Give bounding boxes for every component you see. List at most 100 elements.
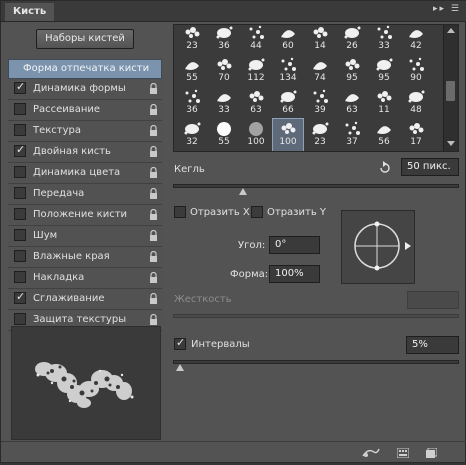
lock-icon[interactable] bbox=[149, 83, 158, 94]
collapse-icon[interactable]: ▸▸ bbox=[433, 4, 446, 14]
flip-y-checkbox[interactable] bbox=[251, 206, 263, 218]
brush-preset[interactable]: 90 bbox=[401, 55, 431, 87]
lock-icon[interactable] bbox=[149, 314, 158, 325]
brush-preset[interactable]: 23 bbox=[177, 25, 207, 55]
lock-icon[interactable] bbox=[149, 293, 158, 304]
brush-preset[interactable]: 56 bbox=[369, 119, 399, 151]
brush-preset[interactable]: 37 bbox=[337, 119, 367, 151]
spacing-field[interactable]: 5% bbox=[406, 336, 459, 354]
panel-menu-icons[interactable]: ▸▸ ☰ bbox=[433, 4, 461, 14]
brush-preset[interactable]: 100 bbox=[241, 119, 271, 151]
lock-icon[interactable] bbox=[149, 230, 158, 241]
size-slider-thumb[interactable] bbox=[239, 188, 247, 195]
brush-preset[interactable]: 66 bbox=[273, 87, 303, 119]
option-checkbox[interactable] bbox=[14, 313, 26, 325]
brush-preset[interactable]: 70 bbox=[209, 55, 239, 87]
brush-preset[interactable]: 60 bbox=[273, 25, 303, 55]
option-row[interactable]: Влажные края bbox=[8, 247, 162, 268]
reset-size-icon[interactable] bbox=[378, 161, 392, 175]
brush-preset[interactable]: 32 bbox=[177, 119, 207, 151]
brush-preset[interactable]: 95 bbox=[369, 55, 399, 87]
lock-icon[interactable] bbox=[149, 209, 158, 220]
spacing-slider[interactable] bbox=[173, 360, 459, 364]
flip-x-checkbox[interactable] bbox=[174, 206, 186, 218]
brush-tip-shape-item[interactable]: Форма отпечатка кисти bbox=[8, 59, 162, 79]
brush-preset[interactable]: 100 bbox=[272, 118, 304, 151]
panel-tab-brush[interactable]: Кисть bbox=[5, 3, 55, 21]
panel-menu-icon[interactable]: ☰ bbox=[451, 4, 461, 14]
lock-icon[interactable] bbox=[149, 167, 158, 178]
spacing-label: Интервалы bbox=[191, 339, 250, 350]
brush-preset[interactable]: 36 bbox=[209, 25, 239, 55]
roundness-field[interactable]: 100% bbox=[269, 265, 320, 283]
option-row[interactable]: Текстура bbox=[8, 121, 162, 142]
brush-preset[interactable]: 134 bbox=[273, 55, 303, 87]
size-slider[interactable] bbox=[173, 184, 459, 188]
toggle-live-tip-icon[interactable] bbox=[362, 446, 380, 458]
brush-preset[interactable]: 39 bbox=[305, 87, 335, 119]
option-row[interactable]: Рассеивание bbox=[8, 100, 162, 121]
lock-icon[interactable] bbox=[149, 125, 158, 136]
option-checkbox[interactable] bbox=[14, 124, 26, 136]
angle-roundness-widget[interactable] bbox=[341, 210, 415, 284]
brush-preset[interactable]: 23 bbox=[305, 119, 335, 151]
option-checkbox[interactable]: ✓ bbox=[14, 143, 26, 157]
option-checkbox[interactable] bbox=[14, 103, 26, 115]
brush-preset[interactable]: 14 bbox=[305, 25, 335, 55]
option-row[interactable]: Накладка bbox=[8, 268, 162, 289]
scroll-down-arrow[interactable] bbox=[447, 141, 455, 146]
brush-angle-icon[interactable] bbox=[342, 211, 414, 283]
lock-icon[interactable] bbox=[149, 272, 158, 283]
option-row[interactable]: ✓ Двойная кисть bbox=[8, 142, 162, 163]
lock-icon[interactable] bbox=[149, 146, 158, 157]
brush-preset[interactable]: 95 bbox=[337, 55, 367, 87]
option-checkbox[interactable] bbox=[14, 208, 26, 220]
brush-preset[interactable]: 63 bbox=[241, 87, 271, 119]
brush-preset[interactable]: 112 bbox=[241, 55, 271, 87]
lock-icon[interactable] bbox=[149, 188, 158, 199]
option-checkbox[interactable]: ✓ bbox=[14, 290, 26, 304]
brush-preset[interactable]: 74 bbox=[305, 55, 335, 87]
option-checkbox[interactable] bbox=[14, 187, 26, 199]
brush-preset[interactable]: 33 bbox=[369, 25, 399, 55]
brush-preset[interactable]: 11 bbox=[369, 87, 399, 119]
spacing-slider-thumb[interactable] bbox=[176, 364, 184, 371]
option-row[interactable]: Динамика цвета bbox=[8, 163, 162, 184]
option-checkbox[interactable] bbox=[14, 229, 26, 241]
brush-preset[interactable]: 55 bbox=[177, 55, 207, 87]
grid-scrollbar[interactable] bbox=[443, 25, 458, 151]
angle-field[interactable]: 0° bbox=[269, 236, 320, 254]
brush-presets-button[interactable]: Наборы кистей bbox=[36, 29, 134, 49]
brush-preset[interactable]: 48 bbox=[401, 87, 431, 119]
option-checkbox[interactable]: ✓ bbox=[14, 80, 26, 94]
lock-icon[interactable] bbox=[149, 104, 158, 115]
brush-preset[interactable]: 55 bbox=[209, 119, 239, 151]
brush-grid-icon[interactable] bbox=[397, 448, 409, 458]
brush-preset[interactable]: 36 bbox=[177, 87, 207, 119]
option-row[interactable]: ✓ Сглаживание bbox=[8, 289, 162, 310]
brush-size-label: 39 bbox=[314, 105, 326, 115]
option-checkbox[interactable] bbox=[14, 250, 26, 262]
lock-icon[interactable] bbox=[149, 251, 158, 262]
size-field[interactable]: 50 пикс. bbox=[401, 158, 459, 176]
brush-preset[interactable]: 26 bbox=[337, 25, 367, 55]
option-row[interactable]: Передача bbox=[8, 184, 162, 205]
brush-preset[interactable]: 42 bbox=[401, 25, 431, 55]
scroll-up-arrow[interactable] bbox=[447, 28, 455, 33]
option-row[interactable]: Положение кисти bbox=[8, 205, 162, 226]
brush-preset[interactable]: 17 bbox=[401, 119, 431, 151]
option-label: Шум bbox=[33, 230, 58, 241]
check-icon: ✓ bbox=[16, 143, 26, 156]
brush-preset[interactable]: 44 bbox=[241, 25, 271, 55]
new-brush-icon[interactable] bbox=[425, 448, 437, 458]
spacing-checkbox[interactable]: ✓ bbox=[174, 336, 186, 350]
brush-tip-icon bbox=[280, 90, 297, 103]
option-row[interactable]: Шум bbox=[8, 226, 162, 247]
brush-preset[interactable]: 63 bbox=[337, 87, 367, 119]
scroll-thumb[interactable] bbox=[446, 81, 455, 101]
option-row[interactable]: ✓ Динамика формы bbox=[8, 79, 162, 100]
option-checkbox[interactable] bbox=[14, 271, 26, 283]
brush-size-label: 55 bbox=[218, 137, 230, 147]
option-checkbox[interactable] bbox=[14, 166, 26, 178]
brush-preset[interactable]: 33 bbox=[209, 87, 239, 119]
